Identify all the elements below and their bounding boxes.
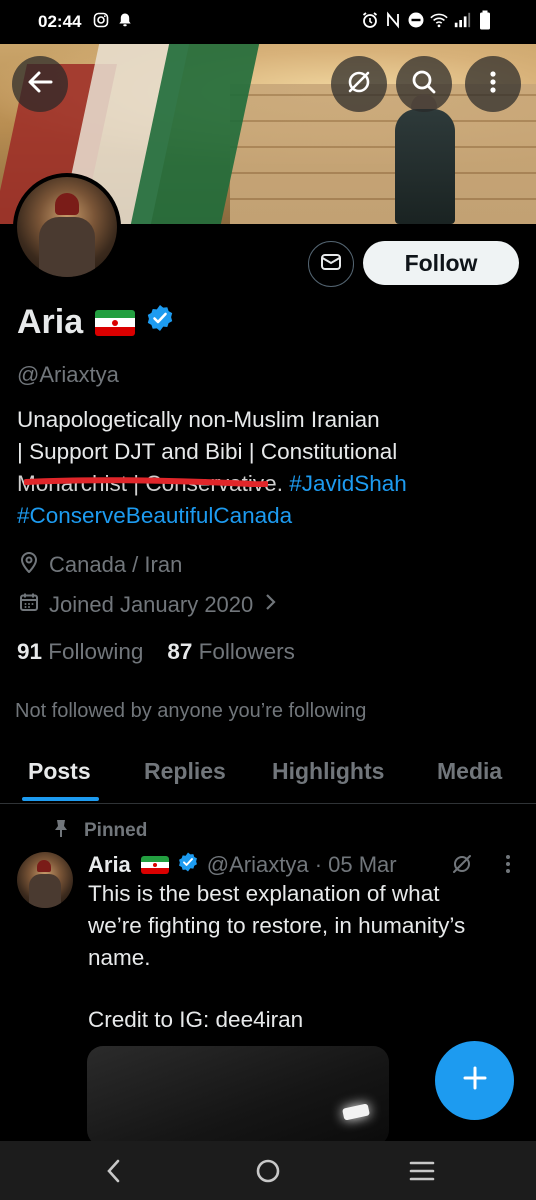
location-pin-icon (19, 551, 39, 579)
profile-name: Aria (17, 303, 175, 342)
post-text: This is the best explanation of what we’… (88, 878, 518, 974)
bio-line-1: Unapologetically non-Muslim Iranian (17, 407, 380, 432)
calendar-icon (19, 592, 39, 618)
joined-text: Joined January 2020 (49, 592, 254, 617)
back-button[interactable] (12, 56, 68, 112)
follow-counts: 91 Following 87 Followers (17, 639, 295, 665)
mute-notifications-button[interactable] (331, 56, 387, 112)
grok-icon[interactable] (450, 852, 474, 881)
post-more-icon[interactable] (498, 852, 518, 881)
bio-struck-text: Monarchist | Conservative. (17, 471, 283, 496)
profile-tabs: Posts Replies Highlights Media (0, 740, 536, 804)
not-followed-notice: Not followed by anyone you’re following (15, 700, 367, 722)
more-options-button[interactable] (465, 56, 521, 112)
following-link[interactable]: 91 Following (17, 639, 143, 665)
instagram-icon (92, 11, 110, 29)
profile-location: Canada / Iran (19, 551, 182, 579)
more-vertical-icon (478, 67, 508, 102)
plus-icon (460, 1063, 490, 1098)
battery-icon (476, 10, 494, 30)
profile-bio: Unapologetically non-Muslim Iranian | Su… (17, 404, 522, 532)
post-author-name[interactable]: Aria (88, 852, 131, 878)
status-bar: 02:44 (0, 0, 536, 44)
envelope-icon (319, 250, 343, 279)
mute-notifications-icon (344, 67, 374, 102)
menu-lines-icon[interactable] (406, 1155, 438, 1187)
arrow-left-icon (25, 67, 55, 102)
search-icon (409, 67, 439, 102)
dnd-icon (407, 11, 425, 29)
chevron-right-icon (263, 592, 277, 618)
search-button[interactable] (396, 56, 452, 112)
followers-label: Followers (198, 639, 295, 664)
following-label: Following (48, 639, 144, 664)
following-count: 91 (17, 639, 43, 664)
bell-icon (116, 11, 134, 29)
status-time: 02:44 (38, 12, 82, 31)
profile-joined[interactable]: Joined January 2020 (19, 592, 277, 618)
followers-link[interactable]: 87 Followers (167, 639, 295, 665)
profile-handle: @Ariaxtya (17, 362, 119, 387)
followers-count: 87 (167, 639, 193, 664)
post-credit-text: Credit to IG: dee4iran (88, 1007, 304, 1032)
verified-badge-icon (177, 851, 199, 879)
post-text-line: This is the best explanation of what (88, 881, 440, 906)
hashtag-javidshah[interactable]: #JavidShah (289, 471, 407, 496)
message-button[interactable] (308, 241, 354, 287)
nfc-icon (384, 11, 402, 29)
hashtag-conservebeautifulcanada[interactable]: #ConserveBeautifulCanada (17, 503, 292, 528)
tab-highlights[interactable]: Highlights (272, 758, 384, 785)
iran-flag-icon (140, 856, 169, 874)
post-meta: @Ariaxtya · 05 Mar (206, 852, 397, 877)
profile-avatar[interactable] (13, 173, 121, 281)
post-media-video[interactable] (87, 1046, 389, 1146)
verified-badge-icon[interactable] (145, 303, 175, 342)
display-name: Aria (17, 303, 84, 341)
iran-flag-icon (95, 309, 136, 336)
follow-button[interactable]: Follow (363, 241, 519, 285)
chevron-left-icon[interactable] (98, 1155, 130, 1187)
pin-icon (52, 818, 70, 844)
alarm-icon (361, 11, 379, 29)
post-author-avatar[interactable] (17, 852, 73, 908)
compose-button[interactable] (435, 1041, 514, 1120)
wifi-icon (430, 11, 448, 29)
system-nav-bar (0, 1141, 536, 1200)
tab-replies[interactable]: Replies (144, 758, 226, 785)
post-text-line: name. (88, 945, 151, 970)
signal-icon (453, 11, 471, 29)
tab-posts[interactable]: Posts (28, 758, 91, 785)
pinned-label: Pinned (52, 818, 147, 844)
circle-home-icon[interactable] (252, 1155, 284, 1187)
post-header: Aria @Ariaxtya · 05 Mar (88, 851, 397, 879)
bio-line-2: | Support DJT and Bibi | Constitutional (17, 439, 398, 464)
post-text-line: we’re fighting to restore, in humanity’s (88, 913, 466, 938)
pinned-text: Pinned (84, 820, 148, 841)
active-tab-indicator (22, 797, 99, 801)
tab-media[interactable]: Media (437, 758, 502, 785)
location-text: Canada / Iran (49, 552, 183, 577)
